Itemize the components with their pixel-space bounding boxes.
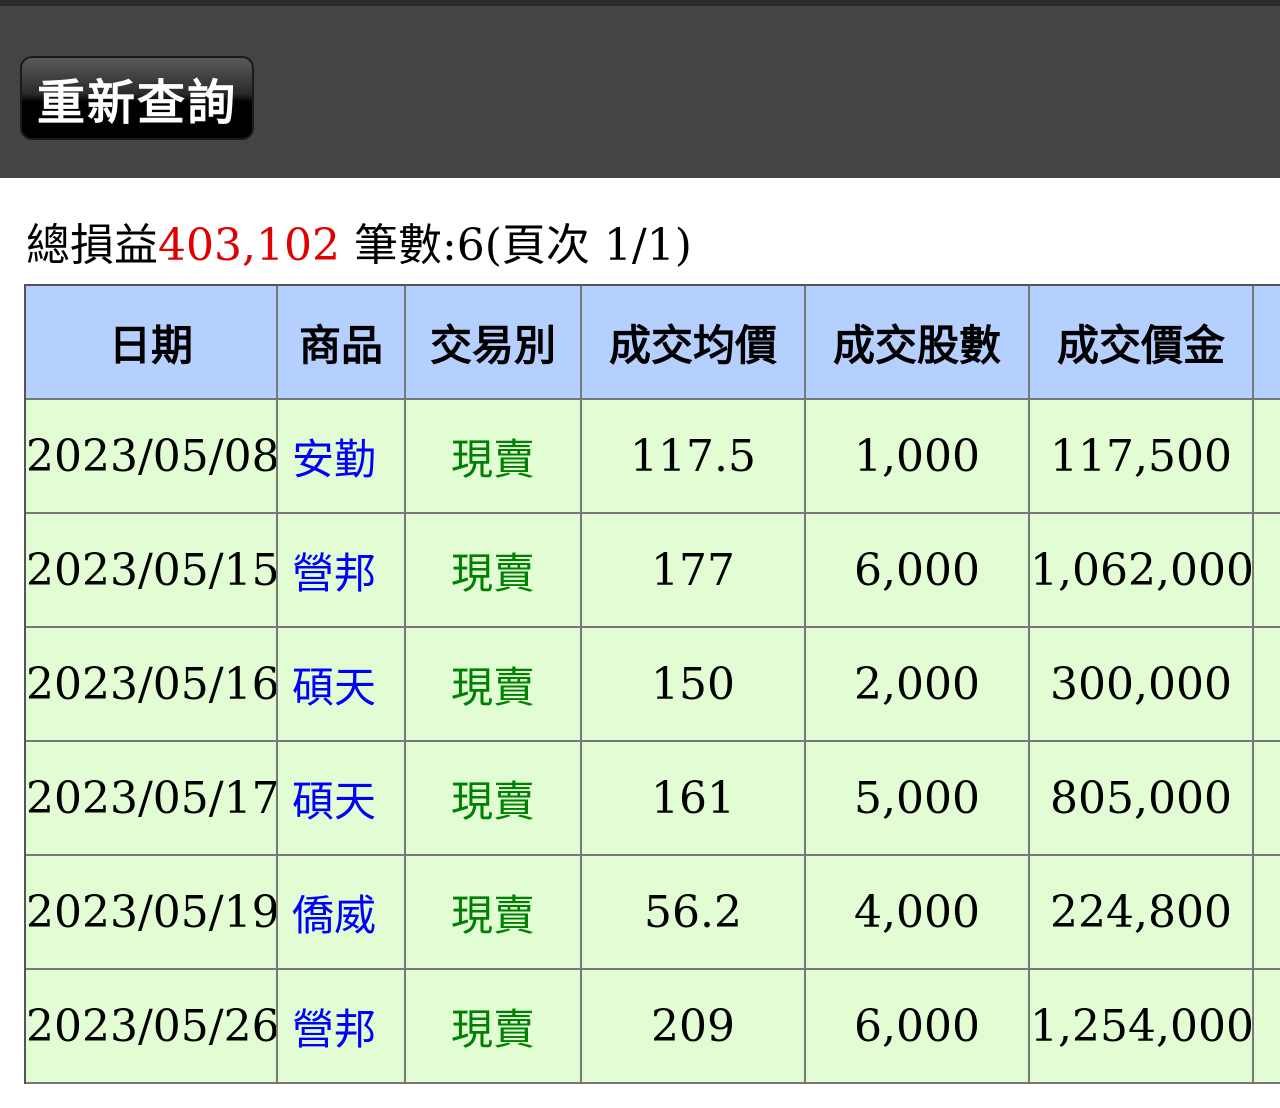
cell-product-link[interactable]: 僑威 — [278, 856, 406, 970]
header-product: 商品 — [278, 286, 406, 400]
cell-amount: 805,000 — [1030, 742, 1254, 856]
cell-profit-loss — [1254, 856, 1280, 970]
cell-amount: 117,500 — [1030, 400, 1254, 514]
cell-shares: 6,000 — [806, 514, 1030, 628]
cell-profit-loss — [1254, 628, 1280, 742]
cell-profit-loss — [1254, 514, 1280, 628]
table-row: 2023/05/16 碩天 現賣 150 2,000 300,000 — [26, 628, 1280, 742]
table-header-row: 日期 商品 交易別 成交均價 成交股數 成交價金 損 — [26, 286, 1280, 400]
cell-amount: 1,062,000 — [1030, 514, 1254, 628]
total-pl-value: 403,102 — [158, 220, 340, 271]
cell-trade-type: 現賣 — [406, 400, 582, 514]
cell-trade-type: 現賣 — [406, 628, 582, 742]
header-trade-type: 交易別 — [406, 286, 582, 400]
cell-product-link[interactable]: 營邦 — [278, 970, 406, 1084]
cell-trade-type: 現賣 — [406, 856, 582, 970]
cell-date: 2023/05/19 — [26, 856, 278, 970]
cell-avg-price: 117.5 — [582, 400, 806, 514]
table-row: 2023/05/26 營邦 現賣 209 6,000 1,254,000 - — [26, 970, 1280, 1084]
cell-shares: 4,000 — [806, 856, 1030, 970]
cell-shares: 1,000 — [806, 400, 1030, 514]
cell-product-link[interactable]: 安勤 — [278, 400, 406, 514]
cell-date: 2023/05/26 — [26, 970, 278, 1084]
cell-shares: 2,000 — [806, 628, 1030, 742]
total-pl-label: 總損益 — [26, 220, 158, 271]
header-date: 日期 — [26, 286, 278, 400]
cell-profit-loss — [1254, 742, 1280, 856]
cell-trade-type: 現賣 — [406, 742, 582, 856]
requery-button[interactable]: 重新查詢 — [20, 56, 254, 140]
cell-amount: 224,800 — [1030, 856, 1254, 970]
trades-table-container[interactable]: 日期 商品 交易別 成交均價 成交股數 成交價金 損 2023/05/08 安勤… — [24, 284, 1280, 1084]
record-count-text: 筆數:6(頁次 1/1) — [339, 220, 692, 271]
cell-avg-price: 150 — [582, 628, 806, 742]
cell-shares: 5,000 — [806, 742, 1030, 856]
top-toolbar: 重新查詢 — [0, 0, 1280, 178]
cell-avg-price: 177 — [582, 514, 806, 628]
cell-trade-type: 現賣 — [406, 970, 582, 1084]
cell-profit-loss — [1254, 400, 1280, 514]
cell-date: 2023/05/08 — [26, 400, 278, 514]
header-profit-loss: 損 — [1254, 286, 1280, 400]
cell-date: 2023/05/16 — [26, 628, 278, 742]
table-row: 2023/05/08 安勤 現賣 117.5 1,000 117,500 — [26, 400, 1280, 514]
cell-date: 2023/05/15 — [26, 514, 278, 628]
summary-line: 總損益403,102 筆數:6(頁次 1/1) — [26, 214, 692, 278]
cell-product-link[interactable]: 營邦 — [278, 514, 406, 628]
cell-amount: 300,000 — [1030, 628, 1254, 742]
cell-product-link[interactable]: 碩天 — [278, 628, 406, 742]
cell-amount: 1,254,000 — [1030, 970, 1254, 1084]
cell-product-link[interactable]: 碩天 — [278, 742, 406, 856]
header-shares: 成交股數 — [806, 286, 1030, 400]
table-row: 2023/05/17 碩天 現賣 161 5,000 805,000 — [26, 742, 1280, 856]
header-amount: 成交價金 — [1030, 286, 1254, 400]
cell-avg-price: 161 — [582, 742, 806, 856]
cell-date: 2023/05/17 — [26, 742, 278, 856]
cell-trade-type: 現賣 — [406, 514, 582, 628]
cell-shares: 6,000 — [806, 970, 1030, 1084]
table-row: 2023/05/19 僑威 現賣 56.2 4,000 224,800 — [26, 856, 1280, 970]
cell-profit-loss: - — [1254, 970, 1280, 1084]
trades-table: 日期 商品 交易別 成交均價 成交股數 成交價金 損 2023/05/08 安勤… — [24, 284, 1280, 1084]
header-avg-price: 成交均價 — [582, 286, 806, 400]
cell-avg-price: 56.2 — [582, 856, 806, 970]
cell-avg-price: 209 — [582, 970, 806, 1084]
table-row: 2023/05/15 營邦 現賣 177 6,000 1,062,000 — [26, 514, 1280, 628]
